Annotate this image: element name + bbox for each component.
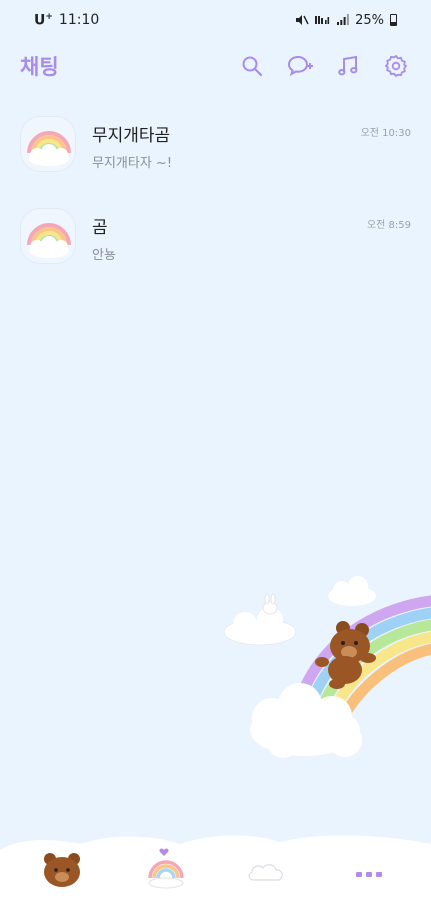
- battery-icon: [390, 14, 397, 26]
- more-tab-icon[interactable]: [354, 864, 384, 877]
- chat-list-item[interactable]: 곰 안뇽 오전 8:59: [0, 200, 431, 292]
- status-right: 25%: [295, 13, 397, 28]
- music-icon[interactable]: [333, 51, 363, 81]
- status-bar: U+ 11:10 25%: [0, 0, 431, 40]
- carrier-label: U+: [34, 11, 53, 29]
- small-cloud: [328, 576, 376, 606]
- signal-bars-icon: [337, 14, 349, 25]
- clock: 11:10: [58, 12, 100, 28]
- rainbow-cloud-icon: [27, 131, 71, 166]
- avatar: [20, 116, 76, 172]
- header: 채팅: [0, 44, 431, 88]
- mute-icon: [296, 15, 309, 25]
- bottom-nav: [0, 830, 431, 900]
- rainbow-cloud-icon: [27, 223, 71, 258]
- bunny-cloud: [223, 593, 297, 646]
- chat-time: 오전 8:59: [366, 220, 411, 231]
- new-chat-icon[interactable]: [285, 51, 315, 81]
- status-left: U+ 11:10: [34, 12, 99, 29]
- rainbow-chat-tab-icon[interactable]: [146, 846, 186, 890]
- chat-list-item[interactable]: 무지개타곰 무지개타자 ~! 오전 10:30: [0, 108, 431, 200]
- page-title: 채팅: [20, 55, 59, 79]
- rainbow-bear-illustration: [223, 576, 431, 758]
- chat-preview: 안뇽: [92, 248, 116, 263]
- chat-text: 곰 안뇽: [92, 208, 411, 263]
- search-icon[interactable]: [237, 51, 267, 81]
- header-actions: [237, 51, 411, 81]
- bear-tab-icon[interactable]: [40, 850, 84, 890]
- avatar: [20, 208, 76, 264]
- signal-lte-icon: [315, 16, 330, 24]
- chat-name: 곰: [92, 218, 108, 238]
- battery-percent: 25%: [355, 12, 384, 28]
- chat-time: 오전 10:30: [360, 128, 411, 139]
- cloud-tab-icon[interactable]: [246, 856, 290, 884]
- chat-preview: 무지개타자 ~!: [92, 156, 173, 171]
- gear-icon[interactable]: [381, 51, 411, 81]
- chat-list: 무지개타곰 무지개타자 ~! 오전 10:30 곰 안뇽 오전 8:59: [0, 108, 431, 292]
